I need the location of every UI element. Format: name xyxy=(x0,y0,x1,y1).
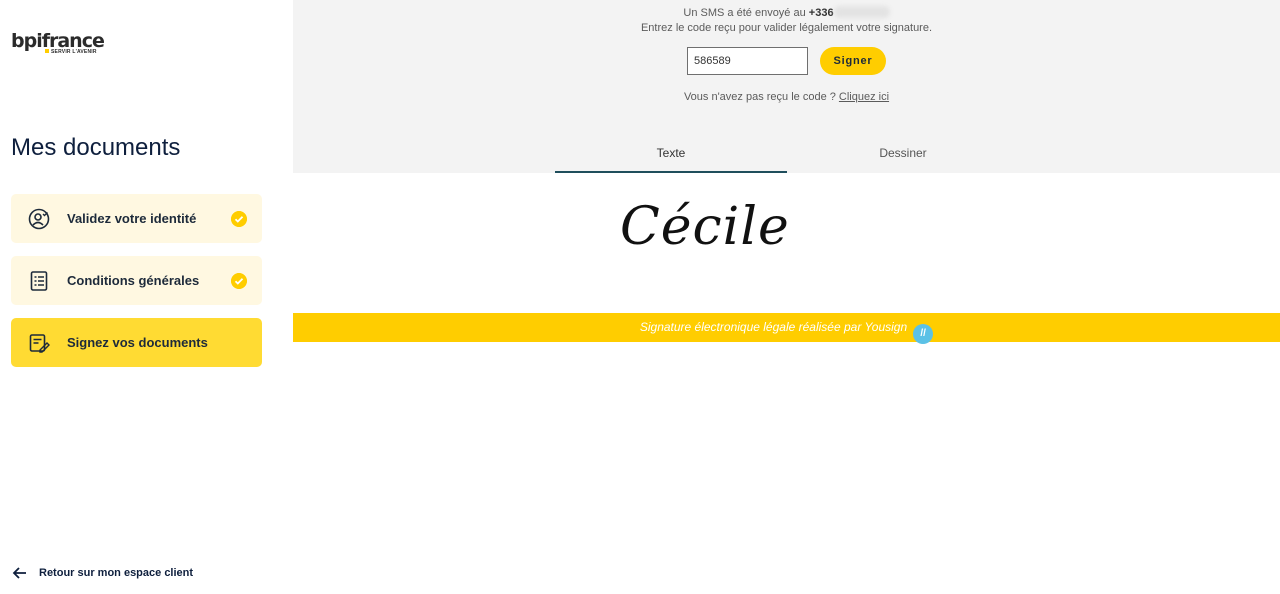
yousign-band: Signature électronique légale réalisée p… xyxy=(293,313,1280,344)
yousign-icon: // xyxy=(913,324,934,344)
check-circle-icon xyxy=(231,273,247,289)
step-label: Conditions générales xyxy=(67,273,200,288)
sms-sent-prefix: Un SMS a été envoyé au xyxy=(683,7,806,19)
main-panel: Un SMS a été envoyé au +336 Entrez le co… xyxy=(293,0,1280,594)
document-sign-icon xyxy=(29,334,50,353)
signature-preview: Cécile xyxy=(293,173,1280,313)
tab-draw[interactable]: Dessiner xyxy=(787,135,1019,173)
arrow-left-icon xyxy=(12,567,26,579)
page-title: Mes documents xyxy=(11,134,181,161)
document-list-icon xyxy=(30,271,48,291)
tab-text[interactable]: Texte xyxy=(555,135,787,173)
check-circle-icon xyxy=(231,211,247,227)
back-to-client-space-link[interactable]: Retour sur mon espace client xyxy=(11,563,193,583)
sms-verification-panel: Un SMS a été envoyé au +336 Entrez le co… xyxy=(293,0,1280,173)
step-general-conditions[interactable]: Conditions générales xyxy=(11,256,262,305)
step-label: Signez vos documents xyxy=(67,335,208,350)
step-label: Validez votre identité xyxy=(67,211,197,226)
redacted-phone-digits xyxy=(833,6,890,18)
user-check-icon xyxy=(28,208,50,230)
step-validate-identity[interactable]: Validez votre identité xyxy=(11,194,262,243)
bpifrance-logo: bpifrance SERVIR L'AVENIR xyxy=(11,30,105,58)
step-sign-documents[interactable]: Signez vos documents xyxy=(11,318,262,367)
sms-code-input[interactable] xyxy=(687,47,808,75)
sms-instruction: Entrez le code reçu pour valider légalem… xyxy=(640,22,933,34)
back-link-label: Retour sur mon espace client xyxy=(39,567,194,579)
logo-tagline: SERVIR L'AVENIR xyxy=(51,49,97,55)
resend-code-line: Vous n'avez pas reçu le code ? Cliquez i… xyxy=(293,91,1280,103)
resend-link[interactable]: Cliquez ici xyxy=(839,91,889,103)
sms-sent-message: Un SMS a été envoyé au +336 xyxy=(293,6,1280,19)
phone-number: +336 xyxy=(808,7,834,19)
sidebar: bpifrance SERVIR L'AVENIR Mes documents … xyxy=(0,0,293,594)
page: bpifrance SERVIR L'AVENIR Mes documents … xyxy=(0,0,1280,594)
signature-text: Cécile xyxy=(620,197,790,257)
resend-text: Vous n'avez pas reçu le code ? xyxy=(683,91,836,103)
sign-button[interactable]: Signer xyxy=(820,47,886,75)
logo-yellow-dot xyxy=(45,49,49,53)
yousign-band-content: Signature électronique légale réalisée p… xyxy=(293,320,1280,344)
yousign-text: Signature électronique légale réalisée p… xyxy=(639,320,908,334)
